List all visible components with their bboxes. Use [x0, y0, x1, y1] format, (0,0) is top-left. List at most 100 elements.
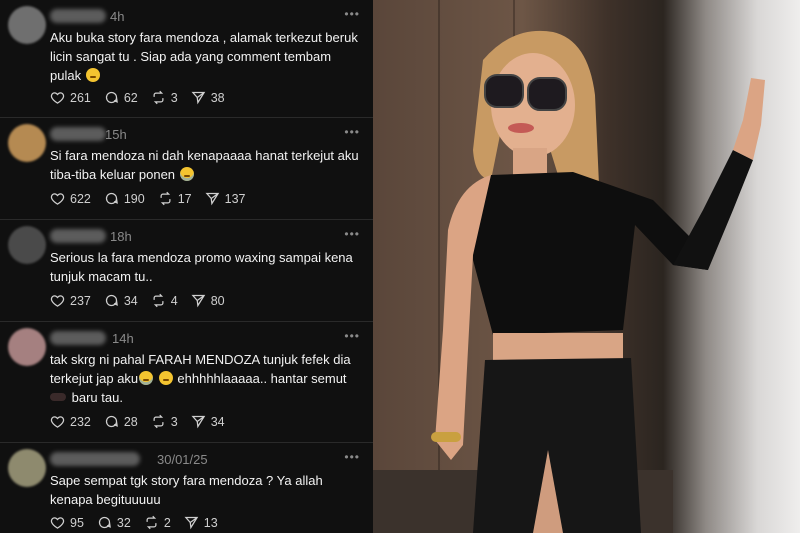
username-blurred[interactable]	[50, 127, 106, 141]
repost-button[interactable]: 2	[144, 515, 171, 530]
paper-plane-icon	[191, 294, 205, 308]
reply-count: 28	[123, 414, 138, 429]
post-actions: 95 32 2 13	[50, 515, 231, 530]
post-text: Si fara mendoza ni dah kenapaaaa hanat t…	[50, 148, 359, 182]
share-button[interactable]: 38	[191, 90, 225, 105]
crying-face-icon	[139, 371, 154, 385]
heart-icon	[50, 517, 65, 529]
ant-icon	[50, 393, 66, 401]
repost-button[interactable]: 17	[158, 191, 192, 206]
more-options-icon[interactable]: •••	[344, 329, 360, 343]
repost-count: 3	[170, 414, 178, 429]
like-count: 232	[70, 414, 91, 429]
heart-icon	[50, 193, 65, 205]
laughing-face-icon	[85, 68, 100, 82]
like-count: 237	[70, 293, 91, 308]
speech-bubble-icon	[105, 192, 118, 205]
reply-button[interactable]: 28	[104, 414, 138, 429]
avatar[interactable]	[8, 124, 46, 162]
lips	[508, 123, 534, 133]
like-button[interactable]: 232	[50, 414, 91, 429]
weary-face-icon	[158, 371, 173, 385]
post-actions: 261 62 3 38	[50, 90, 238, 105]
post-actions: 622 190 17 137	[50, 191, 258, 206]
like-button[interactable]: 261	[50, 90, 91, 105]
post-actions: 232 28 3 34	[50, 414, 238, 429]
reply-button[interactable]: 32	[97, 515, 131, 530]
heart-icon	[50, 92, 65, 104]
username-blurred[interactable]	[50, 9, 106, 23]
post-text: Aku buka story fara mendoza , alamak ter…	[50, 30, 358, 83]
repost-icon	[153, 293, 164, 308]
share-button[interactable]: 80	[191, 293, 225, 308]
like-count: 261	[70, 90, 91, 105]
thread-post[interactable]: 30/01/25 ••• Sape sempat tgk story fara …	[0, 443, 373, 533]
post-text: Sape sempat tgk story fara mendoza ? Ya …	[50, 473, 323, 507]
thread-post[interactable]: 14h ••• tak skrg ni pahal FARAH MENDOZA …	[0, 322, 373, 443]
username-blurred[interactable]	[50, 331, 106, 345]
share-button[interactable]: 13	[184, 515, 218, 530]
share-button[interactable]: 34	[191, 414, 225, 429]
post-time: 18h	[110, 229, 132, 244]
black-top	[473, 172, 708, 335]
like-button[interactable]: 622	[50, 191, 91, 206]
heart-icon	[50, 416, 65, 428]
more-options-icon[interactable]: •••	[344, 125, 360, 139]
repost-icon	[153, 90, 164, 105]
avatar[interactable]	[8, 449, 46, 487]
avatar[interactable]	[8, 6, 46, 44]
speech-bubble-icon	[105, 294, 118, 307]
raised-hand	[733, 78, 765, 160]
gold-bracelet	[431, 432, 461, 442]
repost-icon	[146, 515, 157, 530]
like-button[interactable]: 237	[50, 293, 91, 308]
repost-button[interactable]: 3	[151, 90, 178, 105]
share-count: 38	[210, 90, 225, 105]
like-button[interactable]: 95	[50, 515, 84, 530]
repost-count: 4	[170, 293, 178, 308]
reply-count: 32	[116, 515, 131, 530]
share-count: 13	[203, 515, 218, 530]
threads-reply-feed: 4h ••• Aku buka story fara mendoza , ala…	[0, 0, 373, 533]
repost-button[interactable]: 4	[151, 293, 178, 308]
repost-count: 17	[177, 191, 192, 206]
more-options-icon[interactable]: •••	[344, 450, 360, 464]
thread-post[interactable]: 18h ••• Serious la fara mendoza promo wa…	[0, 220, 373, 322]
reply-button[interactable]: 62	[104, 90, 138, 105]
share-count: 34	[210, 414, 225, 429]
screenshot-collage: 4h ••• Aku buka story fara mendoza , ala…	[0, 0, 800, 533]
speech-bubble-icon	[105, 415, 118, 428]
speech-bubble-icon	[98, 516, 111, 529]
post-actions: 237 34 4 80	[50, 293, 238, 308]
reply-button[interactable]: 34	[104, 293, 138, 308]
paper-plane-icon	[184, 516, 199, 530]
reply-count: 190	[123, 191, 145, 206]
repost-count: 2	[163, 515, 171, 530]
share-button[interactable]: 137	[205, 191, 246, 206]
speech-bubble-icon	[105, 91, 118, 104]
like-count: 95	[70, 515, 84, 530]
username-blurred[interactable]	[50, 452, 140, 466]
share-count: 137	[224, 191, 246, 206]
reply-count: 34	[123, 293, 138, 308]
username-blurred[interactable]	[50, 229, 106, 243]
thread-post[interactable]: 15h ••• Si fara mendoza ni dah kenapaaaa…	[0, 118, 373, 220]
paper-plane-icon	[191, 91, 205, 105]
post-time: 30/01/25	[157, 452, 208, 467]
sunglasses-left-lens	[484, 74, 524, 108]
more-options-icon[interactable]: •••	[344, 227, 360, 241]
photo-panel	[373, 0, 800, 533]
sunglasses-right-lens	[527, 77, 567, 111]
repost-icon	[160, 191, 171, 206]
post-text: tak skrg ni pahal FARAH MENDOZA tunjuk f…	[50, 352, 351, 405]
heart-icon	[50, 295, 65, 307]
post-text: Serious la fara mendoza promo waxing sam…	[50, 250, 353, 284]
post-time: 15h	[105, 127, 127, 142]
avatar[interactable]	[8, 328, 46, 366]
repost-button[interactable]: 3	[151, 414, 178, 429]
thread-post[interactable]: 4h ••• Aku buka story fara mendoza , ala…	[0, 0, 373, 118]
more-options-icon[interactable]: •••	[344, 7, 360, 21]
avatar[interactable]	[8, 226, 46, 264]
crying-laughing-face-icon	[179, 167, 194, 181]
reply-button[interactable]: 190	[104, 191, 145, 206]
